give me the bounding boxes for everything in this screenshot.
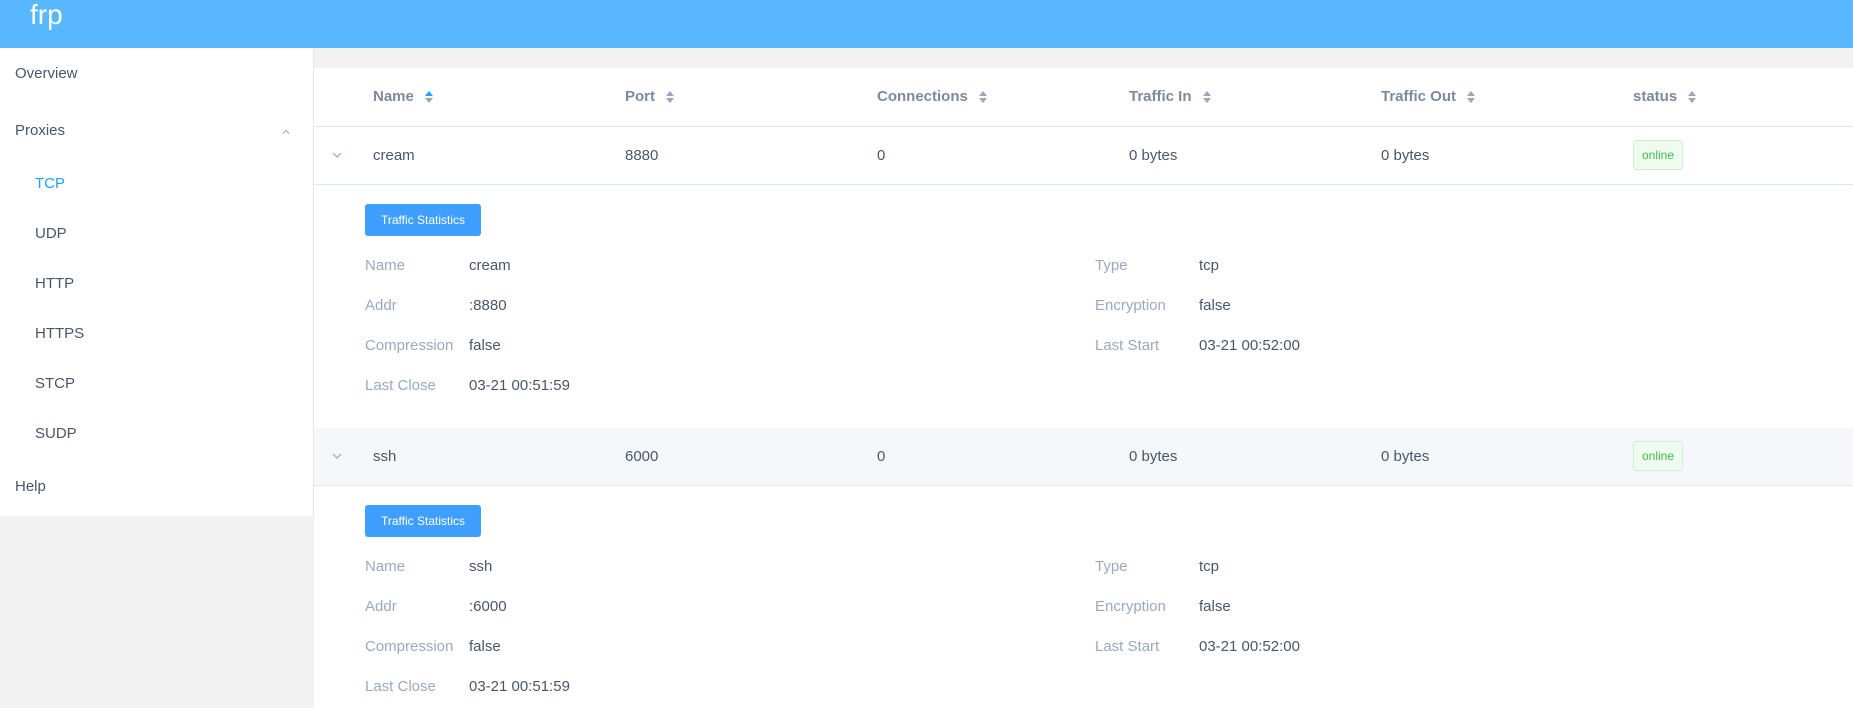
detail-type-label: Type	[1095, 558, 1128, 575]
sort-icon[interactable]	[1202, 90, 1212, 104]
cell-traffic-out: 0 bytes	[1381, 448, 1430, 465]
cell-port: 8880	[625, 147, 659, 164]
status-badge: online	[1633, 140, 1684, 170]
proxies-table: Name Port Connections Traffic In Traffic…	[314, 68, 1853, 708]
sidebar: Overview Proxies TCP UDP HTTP HTTPS STCP…	[0, 48, 314, 516]
column-header-status-label: status	[1633, 88, 1678, 105]
chevron-up-icon[interactable]	[282, 128, 290, 136]
detail-compression-label: Compression	[365, 638, 454, 655]
sort-icon[interactable]	[1687, 90, 1697, 104]
column-header-port-label: Port	[625, 88, 655, 105]
cell-connections: 0	[877, 147, 886, 164]
cell-traffic-in: 0 bytes	[1129, 448, 1178, 465]
detail-last-start-label: Last Start	[1095, 337, 1160, 354]
column-header-port[interactable]: Port	[625, 88, 675, 105]
detail-type-value: tcp	[1199, 257, 1220, 274]
column-header-traffic-out-label: Traffic Out	[1381, 88, 1457, 105]
sort-ascending-icon[interactable]	[424, 90, 434, 104]
detail-last-close-value: 03-21 00:51:59	[469, 377, 570, 394]
chevron-down-icon[interactable]	[332, 151, 342, 159]
detail-addr-value: :8880	[469, 297, 507, 314]
sort-icon[interactable]	[978, 90, 988, 104]
sidebar-item-sudp[interactable]: SUDP	[35, 425, 77, 442]
column-header-traffic-out[interactable]: Traffic Out	[1381, 88, 1476, 105]
column-header-traffic-in-label: Traffic In	[1129, 88, 1192, 105]
column-header-connections-label: Connections	[877, 88, 968, 105]
sidebar-item-https[interactable]: HTTPS	[35, 325, 84, 342]
sidebar-item-overview[interactable]: Overview	[15, 65, 78, 82]
sidebar-item-udp[interactable]: UDP	[35, 225, 67, 242]
column-header-status[interactable]: status	[1633, 88, 1697, 105]
cell-traffic-in: 0 bytes	[1129, 147, 1178, 164]
detail-addr-label: Addr	[365, 297, 397, 314]
traffic-statistics-button[interactable]: Traffic Statistics	[365, 505, 481, 537]
sidebar-item-tcp[interactable]: TCP	[35, 175, 65, 192]
detail-last-close-label: Last Close	[365, 377, 436, 394]
detail-last-start-value: 03-21 00:52:00	[1199, 638, 1300, 655]
detail-encryption-label: Encryption	[1095, 297, 1166, 314]
detail-encryption-value: false	[1199, 598, 1231, 615]
traffic-statistics-button[interactable]: Traffic Statistics	[365, 204, 481, 236]
cell-traffic-out: 0 bytes	[1381, 147, 1430, 164]
detail-type-value: tcp	[1199, 558, 1220, 575]
detail-encryption-label: Encryption	[1095, 598, 1166, 615]
sort-icon[interactable]	[665, 90, 675, 104]
sidebar-item-stcp[interactable]: STCP	[35, 375, 75, 392]
detail-encryption-value: false	[1199, 297, 1231, 314]
row-detail: Traffic Statistics Name ssh Type tcp Add…	[314, 486, 1853, 708]
main-content: Name Port Connections Traffic In Traffic…	[314, 48, 1853, 708]
column-header-name-label: Name	[373, 88, 414, 105]
cell-port: 6000	[625, 448, 659, 465]
detail-compression-value: false	[469, 337, 501, 354]
column-header-name[interactable]: Name	[373, 88, 434, 105]
cell-connections: 0	[877, 448, 886, 465]
sidebar-item-proxies[interactable]: Proxies	[15, 122, 65, 139]
chevron-down-icon[interactable]	[332, 452, 342, 460]
sidebar-item-help[interactable]: Help	[15, 478, 46, 495]
detail-name-value: cream	[469, 257, 511, 274]
top-header: frp	[0, 0, 1853, 48]
row-detail: Traffic Statistics Name cream Type tcp A…	[314, 185, 1853, 428]
column-header-traffic-in[interactable]: Traffic In	[1129, 88, 1212, 105]
sidebar-item-http[interactable]: HTTP	[35, 275, 74, 292]
column-header-connections[interactable]: Connections	[877, 88, 988, 105]
detail-name-value: ssh	[469, 558, 493, 575]
table-header: Name Port Connections Traffic In Traffic…	[314, 68, 1853, 127]
detail-name-label: Name	[365, 257, 406, 274]
detail-last-close-label: Last Close	[365, 678, 436, 695]
brand-logo[interactable]: frp	[30, 0, 63, 32]
detail-compression-value: false	[469, 638, 501, 655]
cell-name: ssh	[373, 448, 397, 465]
detail-last-start-value: 03-21 00:52:00	[1199, 337, 1300, 354]
sort-icon[interactable]	[1466, 90, 1476, 104]
detail-name-label: Name	[365, 558, 406, 575]
status-badge: online	[1633, 441, 1684, 471]
cell-name: cream	[373, 147, 415, 164]
detail-addr-label: Addr	[365, 598, 397, 615]
detail-compression-label: Compression	[365, 337, 454, 354]
detail-type-label: Type	[1095, 257, 1128, 274]
detail-last-start-label: Last Start	[1095, 638, 1160, 655]
detail-addr-value: :6000	[469, 598, 507, 615]
table-row[interactable]: ssh 6000 0 0 bytes 0 bytes online	[314, 428, 1853, 486]
detail-last-close-value: 03-21 00:51:59	[469, 678, 570, 695]
table-row[interactable]: cream 8880 0 0 bytes 0 bytes online	[314, 127, 1853, 185]
